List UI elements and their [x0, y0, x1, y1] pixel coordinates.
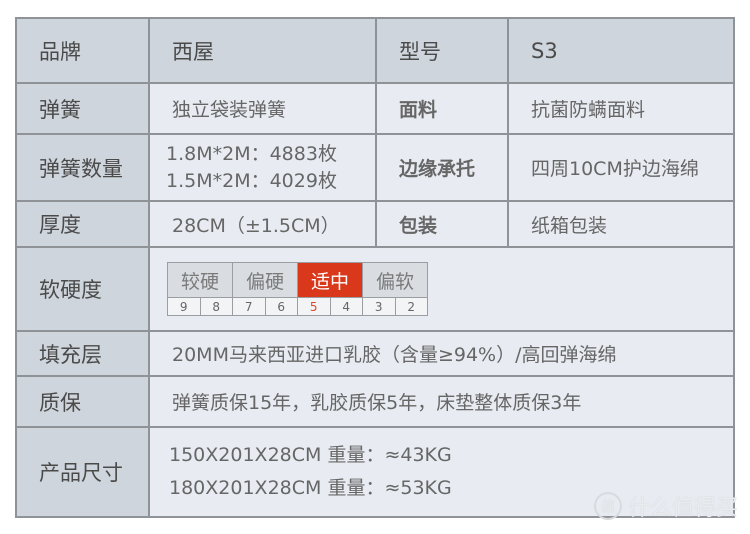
watermark: 值 什么值得买 — [593, 490, 738, 522]
grade-slightly-soft: 偏软 — [362, 262, 428, 298]
watermark-logo-icon: 值 — [593, 492, 622, 520]
size-line: 150X201X28CM 重量：≈43KG — [169, 444, 452, 466]
value-warranty: 弹簧质保15年，乳胶质保5年，床垫整体质保3年 — [148, 375, 735, 428]
label-filling: 填充层 — [15, 330, 150, 377]
spec-table: 品牌 西屋 型号 S3 弹簧 独立袋装弹簧 面料 抗菌防螨面料 弹簧数量 1.8… — [15, 17, 735, 518]
value-spring-count: 1.8M*2M：4883枚 1.5M*2M：4029枚 — [148, 133, 377, 202]
firmness-number: 7 — [232, 297, 266, 316]
spring-count-line: 1.8M*2M：4883枚 — [166, 142, 337, 165]
row-firmness: 软硬度 较硬 偏硬 适中 偏软 9 8 7 6 5 4 3 2 — [15, 246, 735, 332]
grade-slightly-firm: 偏硬 — [232, 262, 298, 298]
firmness-grades: 较硬 偏硬 适中 偏软 — [167, 262, 428, 298]
value-model: S3 — [507, 17, 735, 84]
value-brand: 西屋 — [148, 17, 377, 84]
label-size: 产品尺寸 — [15, 426, 150, 518]
value-filling: 20MM马来西亚进口乳胶（含量≥94%）/高回弹海绵 — [148, 330, 735, 377]
label-thickness: 厚度 — [15, 200, 150, 248]
grade-firm: 较硬 — [167, 262, 233, 298]
grade-medium: 适中 — [297, 262, 363, 298]
firmness-number: 2 — [394, 297, 428, 316]
firmness-scale: 较硬 偏硬 适中 偏软 9 8 7 6 5 4 3 2 — [167, 262, 428, 316]
value-fabric: 抗菌防螨面料 — [507, 82, 735, 135]
row-brand: 品牌 西屋 型号 S3 — [15, 17, 735, 84]
row-spring-count: 弹簧数量 1.8M*2M：4883枚 1.5M*2M：4029枚 边缘承托 四周… — [15, 133, 735, 202]
firmness-number: 9 — [167, 297, 201, 316]
row-spring: 弹簧 独立袋装弹簧 面料 抗菌防螨面料 — [15, 82, 735, 135]
label-packaging: 包装 — [375, 200, 509, 248]
value-thickness: 28CM（±1.5CM） — [148, 200, 377, 248]
value-edge-support: 四周10CM护边海绵 — [507, 133, 735, 202]
value-packaging: 纸箱包装 — [507, 200, 735, 248]
label-spring-count: 弹簧数量 — [15, 133, 150, 202]
row-warranty: 质保 弹簧质保15年，乳胶质保5年，床垫整体质保3年 — [15, 375, 735, 428]
label-warranty: 质保 — [15, 375, 150, 428]
label-firmness: 软硬度 — [15, 246, 150, 332]
firmness-number: 4 — [329, 297, 363, 316]
row-thickness: 厚度 28CM（±1.5CM） 包装 纸箱包装 — [15, 200, 735, 248]
firmness-number-selected: 5 — [297, 297, 331, 316]
label-edge-support: 边缘承托 — [375, 133, 509, 202]
label-brand: 品牌 — [15, 17, 150, 84]
firmness-number: 6 — [264, 297, 298, 316]
label-spring: 弹簧 — [15, 82, 150, 135]
firmness-number: 8 — [199, 297, 233, 316]
row-filling: 填充层 20MM马来西亚进口乳胶（含量≥94%）/高回弹海绵 — [15, 330, 735, 377]
spring-count-line: 1.5M*2M：4029枚 — [166, 169, 337, 192]
firmness-scale-cell: 较硬 偏硬 适中 偏软 9 8 7 6 5 4 3 2 — [148, 246, 735, 332]
watermark-text: 什么值得买 — [627, 496, 738, 521]
firmness-number: 3 — [362, 297, 396, 316]
label-model: 型号 — [375, 17, 509, 84]
firmness-numbers: 9 8 7 6 5 4 3 2 — [167, 297, 428, 316]
label-fabric: 面料 — [375, 82, 509, 135]
value-spring: 独立袋装弹簧 — [148, 82, 377, 135]
